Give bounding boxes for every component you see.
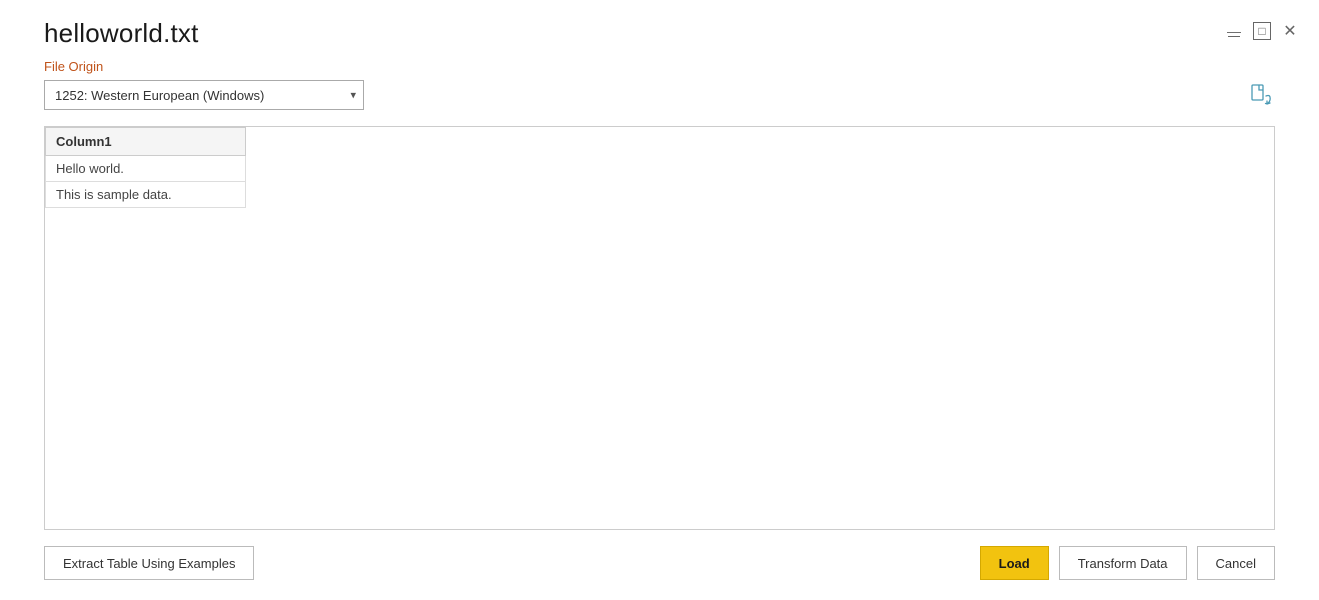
extract-table-button[interactable]: Extract Table Using Examples xyxy=(44,546,254,580)
column1-header: Column1 xyxy=(46,128,246,156)
load-label: Load xyxy=(999,556,1030,571)
window-title: helloworld.txt xyxy=(44,18,199,49)
file-origin-dropdown-wrapper: 1252: Western European (Windows) 65001: … xyxy=(44,80,364,110)
maximize-button[interactable]: □ xyxy=(1253,22,1271,40)
maximize-icon: □ xyxy=(1258,24,1265,38)
refresh-button[interactable] xyxy=(1247,81,1275,109)
window-controls: — □ ✕ xyxy=(1225,18,1299,40)
title-bar: helloworld.txt — □ ✕ xyxy=(0,0,1319,59)
load-button[interactable]: Load xyxy=(980,546,1049,580)
table-row: This is sample data. xyxy=(46,182,246,208)
data-table-container: Column1 Hello world.This is sample data. xyxy=(44,126,1275,530)
extract-table-label: Extract Table Using Examples xyxy=(63,556,235,571)
transform-data-button[interactable]: Transform Data xyxy=(1059,546,1187,580)
cancel-label: Cancel xyxy=(1216,556,1256,571)
file-origin-dropdown[interactable]: 1252: Western European (Windows) 65001: … xyxy=(44,80,364,110)
minimize-button[interactable]: — xyxy=(1225,22,1243,40)
cancel-button[interactable]: Cancel xyxy=(1197,546,1275,580)
close-button[interactable]: ✕ xyxy=(1281,22,1299,40)
footer-right: Load Transform Data Cancel xyxy=(980,546,1275,580)
table-cell: Hello world. xyxy=(46,156,246,182)
transform-data-label: Transform Data xyxy=(1078,556,1168,571)
table-cell: This is sample data. xyxy=(46,182,246,208)
close-icon: ✕ xyxy=(1283,21,1296,41)
file-origin-label: File Origin xyxy=(44,59,1275,74)
footer-left: Extract Table Using Examples xyxy=(44,546,254,580)
table-body: Hello world.This is sample data. xyxy=(46,156,246,208)
main-window: helloworld.txt — □ ✕ File Origin 1252: W… xyxy=(0,0,1319,600)
table-row: Hello world. xyxy=(46,156,246,182)
data-table: Column1 Hello world.This is sample data. xyxy=(45,127,246,208)
content-area: File Origin 1252: Western European (Wind… xyxy=(0,59,1319,546)
table-header-row: Column1 xyxy=(46,128,246,156)
file-refresh-icon xyxy=(1249,83,1273,107)
dropdown-row: 1252: Western European (Windows) 65001: … xyxy=(44,80,1275,110)
footer: Extract Table Using Examples Load Transf… xyxy=(0,546,1319,600)
minimize-icon: — xyxy=(1227,23,1241,39)
